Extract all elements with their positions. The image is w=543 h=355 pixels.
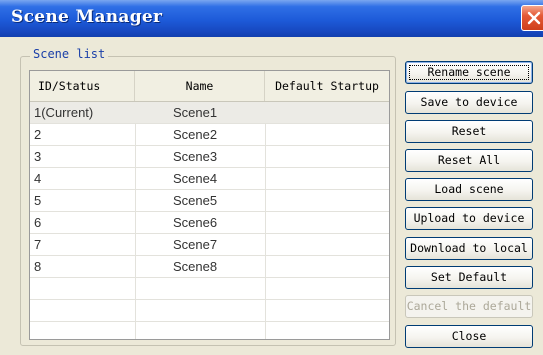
reset-button[interactable]: Reset [405,120,533,143]
column-header-name[interactable]: Name [135,71,265,101]
cell-name: Scene6 [173,215,218,230]
cell-id: 6 [34,215,42,230]
table-row[interactable]: 3 Scene3 [30,146,389,168]
cell-name: Scene4 [173,171,218,186]
save-to-device-button[interactable]: Save to device [405,91,533,114]
cell-name: Scene2 [173,127,218,142]
table-row[interactable]: 7 Scene7 [30,234,389,256]
cell-id [30,278,135,299]
cell-default [265,212,389,233]
cell-default [265,102,389,123]
cell-default [265,278,389,299]
close-window-button[interactable] [521,5,543,31]
cell-name: Scene5 [173,193,218,208]
table-header: ID/Status Name Default Startup [30,71,389,102]
cell-default [265,300,389,321]
cell-default [265,124,389,145]
upload-to-device-button[interactable]: Upload to device [405,207,533,230]
table-row[interactable]: 1(Current) Scene1 [30,102,389,124]
scene-manager-dialog: Scene Manager Scene list ID/Status Name … [0,0,543,355]
cell-name [135,300,265,321]
cell-name: Scene7 [173,237,218,252]
scene-list-label: Scene list [30,47,109,61]
table-row[interactable]: 8 Scene8 [30,256,389,278]
cell-id: 3 [34,149,42,164]
title-bar[interactable]: Scene Manager [0,0,543,37]
cell-id: 5 [34,193,42,208]
cell-name: Scene8 [173,259,218,274]
cell-default [265,190,389,211]
cell-default [265,146,389,167]
cell-default [265,234,389,255]
cell-name: Scene3 [173,149,218,164]
cancel-default-button: Cancel the default [405,295,533,318]
table-row[interactable]: 2 Scene2 [30,124,389,146]
table-row[interactable] [30,300,389,322]
scene-table[interactable]: ID/Status Name Default Startup 1(Current… [29,70,390,340]
cell-id [30,300,135,321]
table-row[interactable]: 5 Scene5 [30,190,389,212]
cell-name [135,278,265,299]
cell-id: 1(Current) [34,105,94,120]
reset-all-button[interactable]: Reset All [405,149,533,172]
table-row[interactable]: 6 Scene6 [30,212,389,234]
column-header-id-status[interactable]: ID/Status [30,71,135,101]
cell-id: 4 [34,171,42,186]
download-to-local-button[interactable]: Download to local [405,237,533,260]
close-button[interactable]: Close [405,325,533,348]
rename-scene-button[interactable]: Rename scene [405,61,533,84]
cell-default [265,256,389,277]
cell-default [265,168,389,189]
set-default-button[interactable]: Set Default [405,266,533,289]
cell-id: 2 [34,127,42,142]
table-row[interactable] [30,278,389,300]
cell-id: 8 [34,259,42,274]
load-scene-button[interactable]: Load scene [405,178,533,201]
close-icon [527,11,541,25]
cell-id: 7 [34,237,42,252]
column-header-default-startup[interactable]: Default Startup [265,71,389,101]
cell-name: Scene1 [173,105,218,120]
table-row[interactable]: 4 Scene4 [30,168,389,190]
window-title: Scene Manager [11,7,163,27]
